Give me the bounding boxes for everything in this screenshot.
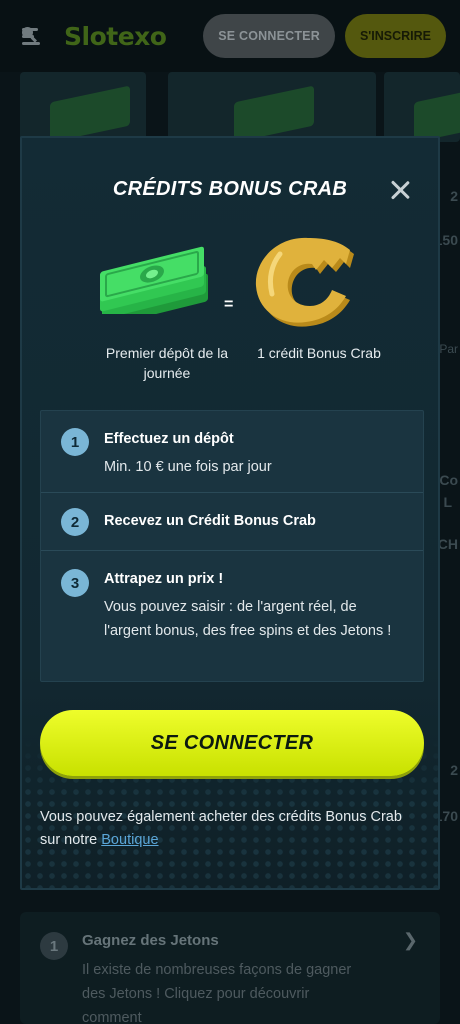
step-description: Min. 10 € une fois par jour [104,459,272,475]
shop-link[interactable]: Boutique [101,832,158,848]
shop-footnote: Vous pouvez également acheter des crédit… [40,806,424,852]
step-title: Attrapez un prix ! [104,571,224,587]
bg-promo-tile [384,72,460,142]
step-title: Recevez un Crédit Bonus Crab [104,513,316,529]
bg-side-text: 2 [450,762,458,778]
header-signup-button[interactable]: S'INSCRIRE [344,14,446,58]
step-description: Vous pouvez saisir : de l'argent réel, d… [104,599,392,639]
step-item: 1 Effectuez un dépôt Min. 10 € une fois … [41,411,423,493]
step-number: 3 [61,569,89,597]
card-description: Il existe de nombreuses façons de gagner… [82,962,352,1024]
crab-coin-icon [255,237,354,327]
step-number: 1 [40,932,68,960]
footnote-text: Vous pouvez également acheter des crédit… [40,809,402,848]
step-item: 3 Attrapez un prix ! Vous pouvez saisir … [41,551,423,683]
login-button[interactable]: SE CONNECTER [40,710,424,776]
steps-list: 1 Effectuez un dépôt Min. 10 € une fois … [40,410,424,682]
bg-earn-tokens-card[interactable]: 1 Gagnez des Jetons Il existe de nombreu… [20,912,440,1024]
first-deposit-caption: Premier dépôt de la journée [105,345,229,381]
header-login-button[interactable]: SE CONNECTER [203,14,335,58]
bg-side-text: 2 [450,188,458,204]
bg-side-text: Co [439,472,458,488]
close-icon[interactable] [388,178,412,202]
step-item: 2 Recevez un Crédit Bonus Crab [41,493,423,551]
bg-side-text: L [443,494,452,510]
bg-side-text: Par [439,342,458,356]
bonus-illustration: = [22,234,438,344]
money-bills-icon [100,246,208,314]
menu-search-icon[interactable] [22,25,50,47]
chevron-right-icon: ❯ [402,930,418,950]
equals-sign: = [224,296,234,313]
step-title: Effectuez un dépôt [104,431,234,447]
modal-title: CRÉDITS BONUS CRAB [112,178,348,200]
card-title: Gagnez des Jetons [82,932,219,949]
top-header: Slotexo SE CONNECTER S'INSCRIRE [0,0,460,72]
crab-credit-caption: 1 crédit Bonus Crab [257,345,381,361]
bg-promo-tile [20,72,146,142]
step-number: 1 [61,428,89,456]
step-number: 2 [61,508,89,536]
bg-side-text: CH [437,536,458,552]
bg-promo-tile [168,72,376,142]
bonus-crab-modal: CRÉDITS BONUS CRAB = Premier dépôt de la… [20,136,440,890]
slotexo-logo[interactable]: Slotexo [64,22,167,51]
